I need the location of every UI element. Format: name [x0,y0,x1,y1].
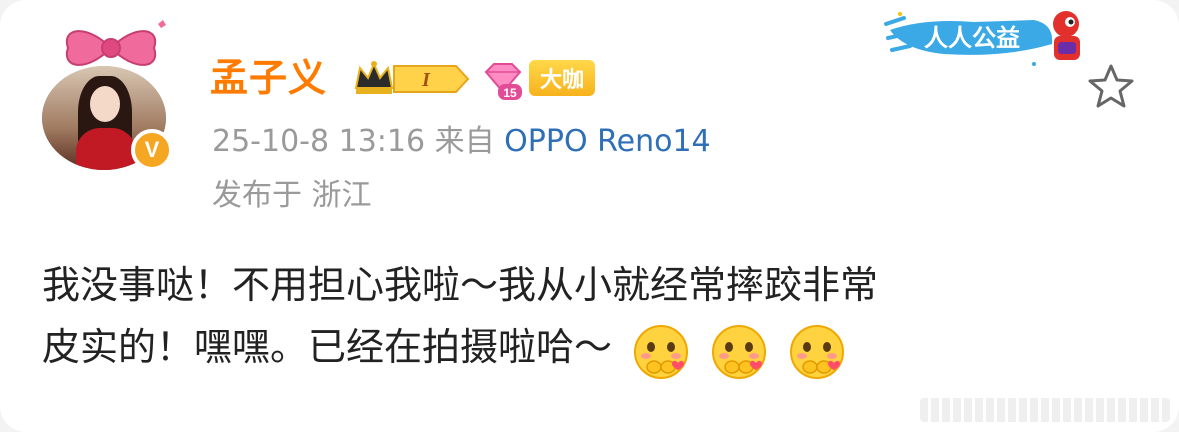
post-meta: 25-10-8 13:16 来自 OPPO Reno14 [212,122,711,162]
public-welfare-text: 人人公益 [924,24,1020,52]
member-level-text: I [421,69,431,91]
verified-badge-icon: V [131,129,173,171]
watermark [920,398,1170,422]
favorite-star-icon[interactable] [1086,62,1136,110]
post-location: 发布于 浙江 [212,178,372,213]
hug-emoji-icon [712,324,767,379]
post-text-line-1: 我没事哒！不用担心我啦～我从小就经常摔跤非常 [42,263,879,307]
source-device-link[interactable]: OPPO Reno14 [504,124,710,159]
public-welfare-badge[interactable]: 人人公益 [884,4,1094,72]
post-text-line-2: 皮实的！嘿嘿。已经在拍摄啦哈～ [42,316,1132,381]
source-prefix: 来自 [434,124,495,159]
hug-emoji-icon [634,324,689,379]
post-timestamp[interactable]: 25-10-8 13:16 [212,124,425,159]
member-level-badge-icon[interactable]: I [352,58,472,100]
diamond-level-text: 15 [503,86,517,100]
post-content: 我没事哒！不用担心我啦～我从小就经常摔跤非常 皮实的！嘿嘿。已经在拍摄啦哈～ [42,254,1132,381]
hug-emoji-icon [790,324,845,379]
weibo-post-card: V 孟子义 I 15 大咖 25-10-8 13:16 来自 OPPO Reno… [0,0,1179,432]
diamond-badge-icon[interactable]: 15 [480,60,526,102]
tag-badge[interactable]: 大咖 [529,60,595,96]
author-avatar-group[interactable]: V [42,20,173,171]
author-name[interactable]: 孟子义 [210,54,327,102]
